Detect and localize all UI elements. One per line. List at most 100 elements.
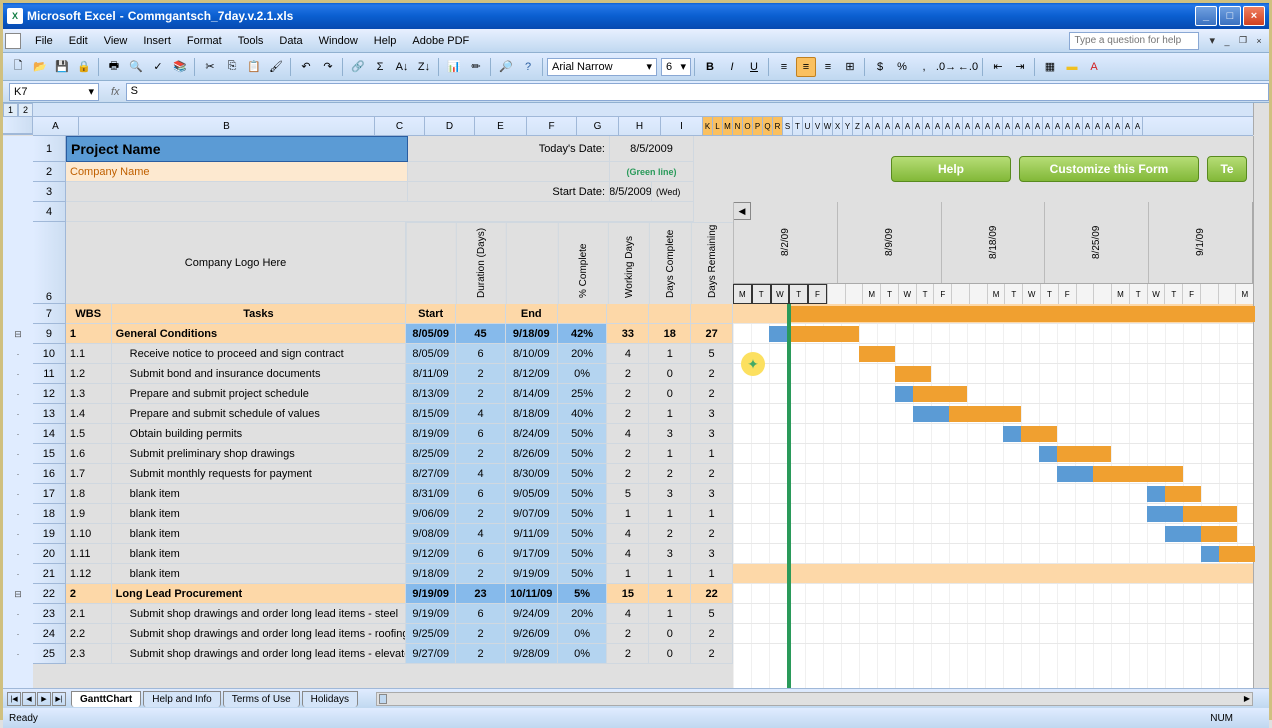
cell[interactable]: 2 <box>649 524 691 544</box>
mdi-restore-button[interactable]: ❐ <box>1235 34 1251 48</box>
cell[interactable]: 2 <box>607 404 649 424</box>
scrollbar-thumb[interactable] <box>379 694 387 704</box>
cell[interactable]: 6 <box>456 544 506 564</box>
cell[interactable]: 9/18/09 <box>506 324 558 344</box>
column-header[interactable]: A <box>33 117 79 135</box>
cell[interactable]: 42% <box>558 324 608 344</box>
gantt-day-header[interactable]: T <box>1004 284 1022 304</box>
gantt-day-header[interactable]: F <box>808 284 827 304</box>
sheet-tab-terms-of-use[interactable]: Terms of Use <box>223 691 300 707</box>
cell[interactable]: blank item <box>112 504 407 524</box>
cell[interactable]: 8/27/09 <box>406 464 456 484</box>
cell[interactable]: 8/14/09 <box>506 384 558 404</box>
cell[interactable]: Submit shop drawings and order long lead… <box>112 624 407 644</box>
row-header[interactable]: 17 <box>33 484 66 504</box>
column-header[interactable]: S <box>783 117 793 135</box>
gantt-day-header[interactable]: M <box>1111 284 1129 304</box>
font-color-button[interactable]: A <box>1084 57 1104 77</box>
vertical-scrollbar[interactable] <box>1253 136 1269 688</box>
cell[interactable]: 4 <box>456 524 506 544</box>
increase-indent-button[interactable]: ⇥ <box>1010 57 1030 77</box>
cell[interactable]: 1.12 <box>66 564 112 584</box>
row-header[interactable]: 11 <box>33 364 66 384</box>
gantt-day-header[interactable]: T <box>880 284 898 304</box>
row-header[interactable]: 16 <box>33 464 66 484</box>
gantt-day-header[interactable]: M <box>862 284 880 304</box>
cell[interactable]: Submit shop drawings and order long lead… <box>112 644 407 664</box>
row-header[interactable]: 24 <box>33 624 66 644</box>
cell[interactable]: 9/19/09 <box>406 584 456 604</box>
column-header[interactable]: L <box>713 117 723 135</box>
new-icon[interactable]: 🗋 <box>8 57 28 77</box>
menu-window[interactable]: Window <box>311 32 366 50</box>
cell[interactable]: 25% <box>558 384 608 404</box>
row-header[interactable]: 10 <box>33 344 66 364</box>
gantt-day-header[interactable]: W <box>898 284 916 304</box>
gantt-day-header[interactable]: W <box>1147 284 1165 304</box>
column-header[interactable]: K <box>703 117 713 135</box>
project-name-cell[interactable]: Project Name <box>66 136 408 162</box>
menu-adobe-pdf[interactable]: Adobe PDF <box>404 32 477 50</box>
gantt-bar-complete[interactable] <box>1039 446 1057 462</box>
cell[interactable]: 6 <box>456 344 506 364</box>
column-header[interactable]: Z <box>853 117 863 135</box>
cell[interactable]: 0 <box>649 624 691 644</box>
cell[interactable]: 3 <box>691 424 733 444</box>
cell[interactable]: 2.1 <box>66 604 112 624</box>
sheet-tab-ganttchart[interactable]: GanttChart <box>71 691 141 707</box>
company-name-cell[interactable]: Company Name <box>66 162 408 182</box>
cell[interactable]: 2 <box>607 644 649 664</box>
todays-date-cell[interactable]: 8/5/2009 <box>610 136 694 162</box>
gantt-day-header[interactable]: T <box>1129 284 1147 304</box>
row-header[interactable]: 23 <box>33 604 66 624</box>
mdi-close-button[interactable]: × <box>1251 34 1267 48</box>
gantt-bar[interactable] <box>1219 546 1255 562</box>
template-button[interactable]: Te <box>1207 156 1247 182</box>
tab-last-button[interactable]: ▶| <box>52 692 66 706</box>
cell[interactable]: 2 <box>691 624 733 644</box>
cell[interactable]: 1 <box>649 584 691 604</box>
row-header[interactable]: 18 <box>33 504 66 524</box>
window-minimize-button[interactable]: _ <box>1195 6 1217 26</box>
gantt-bar-complete[interactable] <box>1201 546 1219 562</box>
cell[interactable]: 23 <box>456 584 506 604</box>
cell[interactable]: 50% <box>558 484 608 504</box>
row-header[interactable]: 19 <box>33 524 66 544</box>
column-header[interactable]: A <box>1103 117 1113 135</box>
gantt-day-header[interactable]: T <box>1040 284 1058 304</box>
format-painter-icon[interactable]: 🖌 <box>266 57 286 77</box>
cell[interactable]: 8/11/09 <box>406 364 456 384</box>
cell[interactable]: 3 <box>691 404 733 424</box>
cell[interactable]: 8/18/09 <box>506 404 558 424</box>
horizontal-scrollbar[interactable]: ▶ <box>376 692 1253 706</box>
gantt-bar[interactable] <box>895 366 931 382</box>
cell[interactable]: Long Lead Procurement <box>112 584 407 604</box>
save-icon[interactable]: 💾 <box>52 57 72 77</box>
window-maximize-button[interactable]: □ <box>1219 6 1241 26</box>
column-header[interactable]: A <box>1003 117 1013 135</box>
gantt-day-header[interactable]: M <box>733 284 752 304</box>
cell[interactable]: 9/11/09 <box>506 524 558 544</box>
font-name-select[interactable]: Arial Narrow▾ <box>547 58 657 76</box>
cell[interactable]: blank item <box>112 484 407 504</box>
gantt-bar[interactable] <box>787 306 1255 322</box>
outline-level-2-button[interactable]: 2 <box>18 103 33 117</box>
row-header[interactable]: 7 <box>33 304 66 324</box>
comma-button[interactable]: , <box>914 57 934 77</box>
cell[interactable]: 8/19/09 <box>406 424 456 444</box>
gantt-day-header[interactable]: T <box>752 284 771 304</box>
cell[interactable]: 50% <box>558 464 608 484</box>
cell[interactable]: 0% <box>558 364 608 384</box>
cell[interactable]: 0 <box>649 364 691 384</box>
cell[interactable]: 22 <box>691 584 733 604</box>
cell[interactable]: Obtain building permits <box>112 424 407 444</box>
gantt-day-header[interactable] <box>1093 284 1111 304</box>
menu-edit[interactable]: Edit <box>61 32 96 50</box>
cell[interactable]: 1.3 <box>66 384 112 404</box>
cell[interactable]: Receive notice to proceed and sign contr… <box>112 344 407 364</box>
column-header[interactable]: T <box>793 117 803 135</box>
cell[interactable]: 2 <box>456 444 506 464</box>
autosum-icon[interactable]: Σ <box>370 57 390 77</box>
column-header[interactable]: C <box>375 117 425 135</box>
gantt-bar[interactable] <box>949 406 1021 422</box>
